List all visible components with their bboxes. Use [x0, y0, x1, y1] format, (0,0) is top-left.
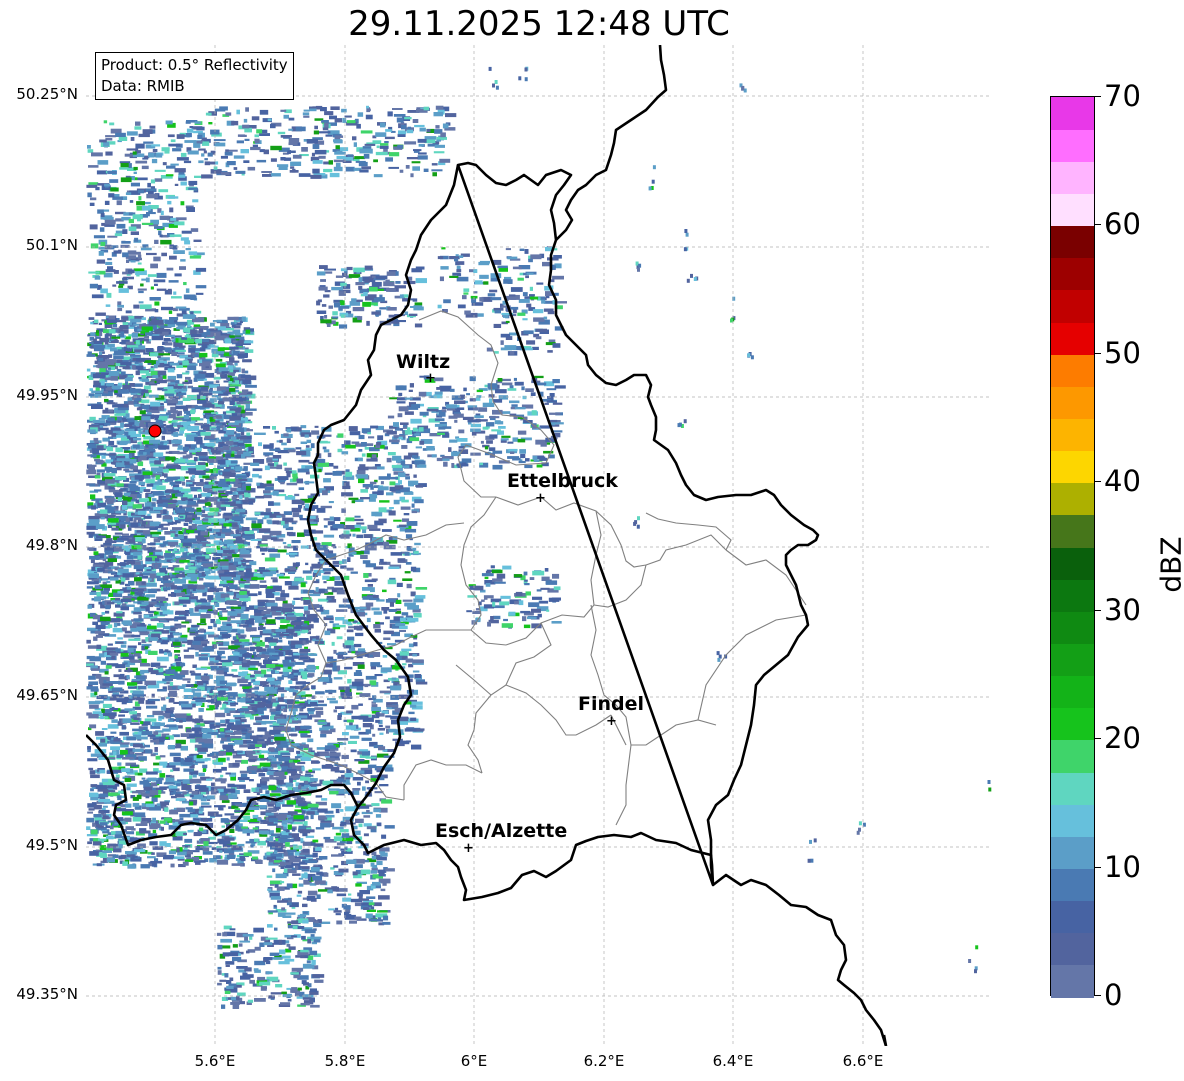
colorbar-tick: 50: [1104, 336, 1141, 370]
colorbar-band: [1051, 97, 1094, 130]
colorbar-band: [1051, 707, 1094, 741]
map-title: 29.11.2025 12:48 UTC: [348, 4, 730, 44]
lat-tick-label: 49.65°N: [16, 686, 78, 704]
city-label-wiltz: Wiltz: [396, 351, 451, 373]
lon-tick-label: 6.6°E: [842, 1052, 884, 1070]
lat-tick-label: 49.5°N: [25, 836, 78, 854]
colorbar-band: [1051, 289, 1094, 323]
colorbar-band: [1051, 772, 1094, 805]
colorbar-band: [1051, 547, 1094, 580]
city-marker-icon: +: [425, 371, 436, 386]
colorbar-band: [1051, 900, 1094, 934]
colorbar-band: [1051, 836, 1094, 870]
colorbar-tick: 10: [1104, 850, 1141, 884]
radar-site-marker: [148, 424, 162, 438]
colorbar-band: [1051, 739, 1094, 773]
colorbar-band: [1051, 611, 1094, 645]
colorbar-band: [1051, 643, 1094, 677]
dbz-colorbar: [1050, 96, 1095, 998]
lat-tick-label: 49.35°N: [16, 985, 78, 1003]
colorbar-band: [1051, 675, 1094, 709]
colorbar-band: [1051, 932, 1094, 966]
city-label-esch-alzette: Esch/Alzette: [435, 820, 568, 842]
lon-tick-label: 6.4°E: [712, 1052, 754, 1070]
colorbar-tick: 0: [1104, 978, 1123, 1012]
colorbar-tick: 60: [1104, 207, 1141, 241]
radar-map[interactable]: [86, 45, 992, 1046]
lat-tick-label: 49.95°N: [16, 386, 78, 404]
product-text: Product: 0.5° Reflectivity: [101, 56, 288, 74]
colorbar-label: dBZ: [1154, 536, 1184, 593]
colorbar-tick: 40: [1104, 464, 1141, 498]
lat-tick-label: 49.8°N: [25, 536, 78, 554]
colorbar-band: [1051, 129, 1094, 162]
colorbar-band: [1051, 225, 1094, 259]
lat-tick-label: 50.25°N: [16, 85, 78, 103]
city-label-findel: Findel: [578, 693, 645, 715]
city-marker-icon: +: [606, 714, 617, 729]
data-source-text: Data: RMIB: [101, 77, 185, 95]
map-canvas: [86, 45, 992, 1046]
colorbar-band: [1051, 514, 1094, 548]
colorbar-tick: 20: [1104, 721, 1141, 755]
colorbar-band: [1051, 579, 1094, 612]
colorbar-band: [1051, 193, 1094, 227]
lon-tick-label: 5.6°E: [194, 1052, 236, 1070]
colorbar-band: [1051, 804, 1094, 837]
colorbar-band: [1051, 868, 1094, 902]
colorbar-band: [1051, 257, 1094, 291]
city-marker-icon: +: [535, 491, 546, 506]
colorbar-band: [1051, 450, 1094, 484]
city-marker-icon: +: [463, 841, 474, 856]
colorbar-band: [1051, 964, 1094, 998]
colorbar-band: [1051, 386, 1094, 420]
colorbar-band: [1051, 161, 1094, 195]
colorbar-band: [1051, 418, 1094, 452]
lon-tick-label: 6.2°E: [583, 1052, 625, 1070]
lon-tick-label: 5.8°E: [324, 1052, 366, 1070]
city-label-ettelbruck: Ettelbruck: [507, 470, 618, 492]
colorbar-band: [1051, 322, 1094, 355]
lon-tick-label: 6°E: [460, 1052, 488, 1070]
colorbar-tick: 70: [1104, 79, 1141, 113]
product-info-box: Product: 0.5° Reflectivity Data: RMIB: [95, 52, 294, 100]
colorbar-band: [1051, 354, 1094, 387]
colorbar-band: [1051, 482, 1094, 516]
colorbar-tick: 30: [1104, 593, 1141, 627]
lat-tick-label: 50.1°N: [25, 236, 78, 254]
